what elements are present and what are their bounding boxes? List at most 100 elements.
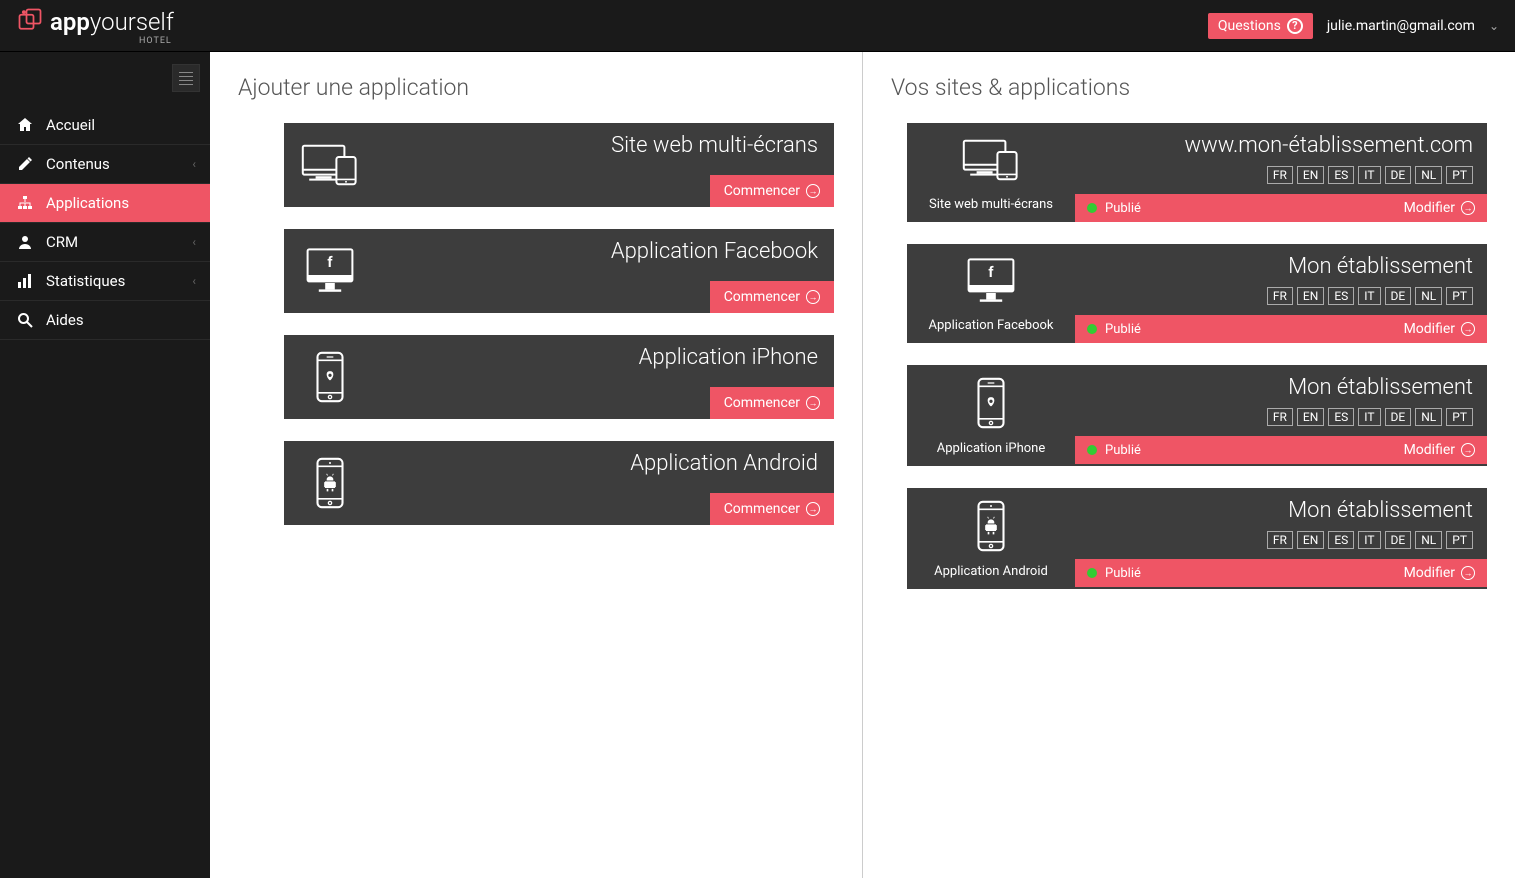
lang-tag[interactable]: FR xyxy=(1267,287,1293,305)
lang-tag[interactable]: FR xyxy=(1267,531,1293,549)
lang-tag[interactable]: IT xyxy=(1358,408,1380,426)
chevron-down-icon[interactable]: ⌄ xyxy=(1489,19,1499,33)
lang-tag[interactable]: DE xyxy=(1385,408,1412,426)
site-type-label: Application iPhone xyxy=(937,441,1046,456)
lang-tag[interactable]: PT xyxy=(1446,166,1473,184)
multi-icon xyxy=(284,123,376,207)
lang-tag[interactable]: ES xyxy=(1328,408,1354,426)
sites-title: Vos sites & applications xyxy=(883,74,1487,101)
lang-tag[interactable]: IT xyxy=(1358,166,1380,184)
arrow-right-icon: → xyxy=(806,502,820,516)
facebook-icon: f xyxy=(284,229,376,313)
site-title: www.mon-établissement.com xyxy=(1089,133,1473,158)
site-footer: PubliéModifier → xyxy=(1075,436,1487,464)
commence-button[interactable]: Commencer → xyxy=(710,281,834,313)
bars-icon xyxy=(14,273,36,289)
arrow-right-icon: → xyxy=(1461,322,1475,336)
svg-text:f: f xyxy=(327,254,333,271)
arrow-right-icon: → xyxy=(1461,443,1475,457)
site-type: Application Android xyxy=(907,488,1075,589)
chevron-left-icon: ‹ xyxy=(192,274,196,288)
add-app-card: Application Android Commencer → xyxy=(284,441,834,525)
commence-button[interactable]: Commencer → xyxy=(710,175,834,207)
app-card-title: Application iPhone xyxy=(639,345,834,370)
commence-button[interactable]: Commencer → xyxy=(710,387,834,419)
sitemap-icon xyxy=(14,195,36,211)
user-email[interactable]: julie.martin@gmail.com xyxy=(1327,18,1475,34)
nav-label: Accueil xyxy=(46,116,95,134)
status-dot-icon xyxy=(1087,568,1097,578)
site-footer: Publié Modifier → xyxy=(1075,559,1487,587)
lang-tag[interactable]: EN xyxy=(1297,166,1324,184)
lang-row: FRENESIT DENLPT xyxy=(1089,531,1473,549)
lang-tag[interactable]: NL xyxy=(1415,531,1442,549)
nav-label: Contenus xyxy=(46,155,110,173)
multi-icon xyxy=(959,133,1023,191)
iphone-icon xyxy=(976,375,1006,435)
arrow-right-icon: → xyxy=(806,290,820,304)
facebook-icon: f xyxy=(959,254,1023,312)
sidebar-item-aides[interactable]: Aides xyxy=(0,301,210,340)
lang-tag[interactable]: FR xyxy=(1267,166,1293,184)
site-type: Site web multi-écrans xyxy=(907,123,1075,222)
arrow-right-icon: → xyxy=(806,396,820,410)
site-card: Application AndroidMon établissementFREN… xyxy=(907,488,1487,589)
lang-tag[interactable]: PT xyxy=(1446,531,1473,549)
menu-toggle[interactable] xyxy=(172,64,200,92)
site-footer: Publié Modifier → xyxy=(1075,315,1487,343)
commence-button[interactable]: Commencer → xyxy=(710,493,834,525)
lang-tag[interactable]: ES xyxy=(1328,287,1354,305)
lang-tag[interactable]: NL xyxy=(1415,408,1442,426)
lang-row: FRENESIT DENLPT xyxy=(1089,287,1473,305)
logo[interactable]: appyourself HOTEL xyxy=(16,6,174,46)
add-app-title: Ajouter une application xyxy=(230,74,834,101)
chevron-left-icon: ‹ xyxy=(192,235,196,249)
sidebar-item-crm[interactable]: CRM‹ xyxy=(0,223,210,262)
search-icon xyxy=(14,312,36,328)
questions-button[interactable]: Questions ? xyxy=(1208,13,1313,39)
lang-tag[interactable]: IT xyxy=(1358,287,1380,305)
lang-tag[interactable]: DE xyxy=(1385,287,1412,305)
iphone-icon xyxy=(284,335,376,419)
sidebar: AccueilContenus‹ApplicationsCRM‹Statisti… xyxy=(0,52,210,878)
site-footer: Publié Modifier → xyxy=(1075,194,1487,222)
sidebar-item-applications[interactable]: Applications xyxy=(0,184,210,223)
modify-button[interactable]: Modifier → xyxy=(1404,321,1475,337)
sidebar-item-accueil[interactable]: Accueil xyxy=(0,106,210,145)
topbar: appyourself HOTEL Questions ? julie.mart… xyxy=(0,0,1515,52)
lang-tag[interactable]: PT xyxy=(1446,287,1473,305)
status-dot-icon xyxy=(1087,203,1097,213)
lang-tag[interactable]: IT xyxy=(1358,531,1380,549)
status-text: Publié xyxy=(1105,566,1141,581)
lang-tag[interactable]: DE xyxy=(1385,166,1412,184)
lang-tag[interactable]: ES xyxy=(1328,531,1354,549)
modify-button[interactable]: Modifier → xyxy=(1404,442,1475,458)
help-icon: ? xyxy=(1287,18,1303,34)
status-text: Publié xyxy=(1105,201,1141,216)
site-card: Site web multi-écrans www.mon-établisseme… xyxy=(907,123,1487,222)
lang-tag[interactable]: EN xyxy=(1297,531,1324,549)
add-app-column: Ajouter une application Site web multi-é… xyxy=(210,52,862,878)
lang-tag[interactable]: EN xyxy=(1297,287,1324,305)
lang-tag[interactable]: ES xyxy=(1328,166,1354,184)
site-type-label: Application Android xyxy=(934,564,1048,579)
app-card-title: Site web multi-écrans xyxy=(611,133,834,158)
app-card-title: Application Android xyxy=(630,451,834,476)
lang-tag[interactable]: FR xyxy=(1267,408,1293,426)
add-app-card: Application iPhone Commencer → xyxy=(284,335,834,419)
lang-tag[interactable]: NL xyxy=(1415,287,1442,305)
sidebar-item-statistiques[interactable]: Statistiques ‹ xyxy=(0,262,210,301)
android-icon xyxy=(284,441,376,525)
status-text: Publié xyxy=(1105,322,1141,337)
nav-label: Statistiques xyxy=(46,272,125,290)
lang-tag[interactable]: PT xyxy=(1446,408,1473,426)
sidebar-item-contenus[interactable]: Contenus‹ xyxy=(0,145,210,184)
app-card-title: Application Facebook xyxy=(611,239,834,264)
lang-tag[interactable]: EN xyxy=(1297,408,1324,426)
modify-button[interactable]: Modifier → xyxy=(1404,200,1475,216)
main-content: Ajouter une application Site web multi-é… xyxy=(210,52,1515,878)
lang-tag[interactable]: NL xyxy=(1415,166,1442,184)
modify-button[interactable]: Modifier → xyxy=(1404,565,1475,581)
add-app-card: f Application Facebook Commencer → xyxy=(284,229,834,313)
lang-tag[interactable]: DE xyxy=(1385,531,1412,549)
